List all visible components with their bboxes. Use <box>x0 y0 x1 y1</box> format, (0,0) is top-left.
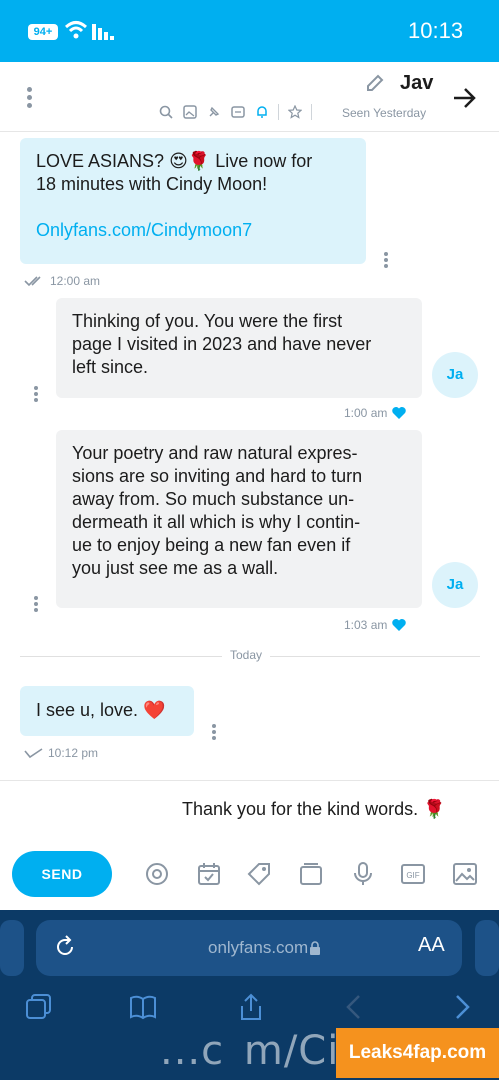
message-link[interactable]: Onlyfans.com/Cindymoon7 <box>36 219 350 242</box>
next-tab-preview[interactable] <box>475 920 499 976</box>
svg-text:GIF: GIF <box>406 871 419 880</box>
message-bubble-incoming[interactable]: Your poetry and raw natural expres- sion… <box>56 430 422 608</box>
message-time: 10:12 pm <box>48 746 99 760</box>
media-gallery-icon[interactable] <box>298 861 324 887</box>
signal-icon <box>92 24 114 40</box>
message-time: 1:03 am <box>344 618 388 632</box>
message-bubble-outgoing[interactable]: LOVE ASIANS? 😍🌹 Live now for 18 minutes … <box>20 138 366 264</box>
message-input[interactable]: Thank you for the kind words. 🌹 <box>182 799 446 820</box>
message-options-icon[interactable] <box>382 250 390 270</box>
message-line: ue to enjoy being a new fan even if <box>72 535 351 555</box>
message-options-icon[interactable] <box>32 384 40 404</box>
single-check-icon <box>24 748 43 759</box>
message-meta: 12:00 am <box>24 274 100 288</box>
message-options-icon[interactable] <box>210 722 218 742</box>
seen-status: Seen Yesterday <box>342 106 427 120</box>
gif-icon[interactable]: GIF <box>400 861 426 887</box>
watermark-prefix: ...c <box>160 1028 225 1074</box>
message-bubble-outgoing[interactable]: I see u, love. ❤️ <box>20 686 194 736</box>
image-upload-icon[interactable] <box>452 861 478 887</box>
chat-header: Jav Seen Yesterday <box>0 62 499 132</box>
back-icon[interactable] <box>340 992 370 1022</box>
calendar-icon[interactable] <box>196 861 222 887</box>
header-action-icons <box>158 104 312 120</box>
tip-icon[interactable] <box>230 104 246 120</box>
heart-icon[interactable] <box>391 406 407 420</box>
forward-icon[interactable] <box>446 992 476 1022</box>
edit-pencil-icon[interactable] <box>364 72 386 94</box>
battery-icon: 94+ <box>28 24 58 40</box>
message-bubble-incoming[interactable]: Thinking of you. You were the first page… <box>56 298 422 398</box>
microphone-icon[interactable] <box>350 861 376 887</box>
address-bar[interactable]: onlyfans.com AA <box>36 920 462 976</box>
message-composer: Thank you for the kind words. 🌹 SEND GIF <box>0 780 499 910</box>
header-divider <box>278 104 279 120</box>
more-options-icon[interactable] <box>22 84 36 112</box>
wifi-icon <box>64 21 88 39</box>
message-meta: 1:00 am <box>344 406 407 420</box>
chat-contact-name[interactable]: Jav <box>400 72 433 95</box>
message-line: page I visited in 2023 and have never <box>72 334 372 354</box>
message-line: Your poetry and raw natural expres- <box>72 443 358 463</box>
tabs-icon[interactable] <box>24 992 54 1022</box>
reload-icon[interactable] <box>52 934 78 960</box>
message-time: 12:00 am <box>50 274 101 288</box>
message-line: you just see me as a wall. <box>72 558 279 578</box>
pin-icon[interactable] <box>206 104 222 120</box>
message-options-icon[interactable] <box>32 594 40 614</box>
message-meta: 10:12 pm <box>24 746 98 760</box>
message-line: away from. So much substance un- <box>72 489 355 509</box>
message-line: left since. <box>72 357 149 377</box>
status-time: 10:13 <box>408 18 464 43</box>
share-icon[interactable] <box>236 992 266 1022</box>
bookmarks-icon[interactable] <box>128 992 158 1022</box>
day-divider-label: Today <box>222 648 271 662</box>
message-line: LOVE ASIANS? 😍🌹 Live now for <box>36 151 313 171</box>
message-time: 1:00 am <box>344 406 388 420</box>
send-button[interactable]: SEND <box>12 851 112 897</box>
message-meta: 1:03 am <box>344 618 407 632</box>
back-arrow-icon[interactable] <box>450 84 478 112</box>
search-icon[interactable] <box>158 104 174 120</box>
message-text: I see u, love. ❤️ <box>36 700 166 720</box>
message-line: 18 minutes with Cindy Moon! <box>36 174 268 194</box>
heart-icon[interactable] <box>391 618 407 632</box>
vault-icon[interactable] <box>144 861 170 887</box>
header-divider <box>311 104 312 120</box>
reader-mode-button[interactable]: AA <box>418 934 445 957</box>
message-line: dermeath it all which is why I contin- <box>72 512 361 532</box>
lock-icon <box>310 941 320 955</box>
url-text: onlyfans.com <box>208 938 309 957</box>
double-check-icon <box>24 276 41 287</box>
site-badge: Leaks4fap.com <box>336 1028 499 1078</box>
notification-bell-icon[interactable] <box>254 104 270 120</box>
avatar[interactable]: Ja <box>432 352 478 398</box>
star-icon[interactable] <box>287 104 303 120</box>
message-line: sions are so inviting and hard to turn <box>72 466 363 486</box>
previous-tab-preview[interactable] <box>0 920 24 976</box>
status-bar: 10:13 94+ <box>0 0 499 62</box>
image-icon[interactable] <box>182 104 198 120</box>
message-line: Thinking of you. You were the first <box>72 311 343 331</box>
price-tag-icon[interactable] <box>246 861 272 887</box>
avatar[interactable]: Ja <box>432 562 478 608</box>
